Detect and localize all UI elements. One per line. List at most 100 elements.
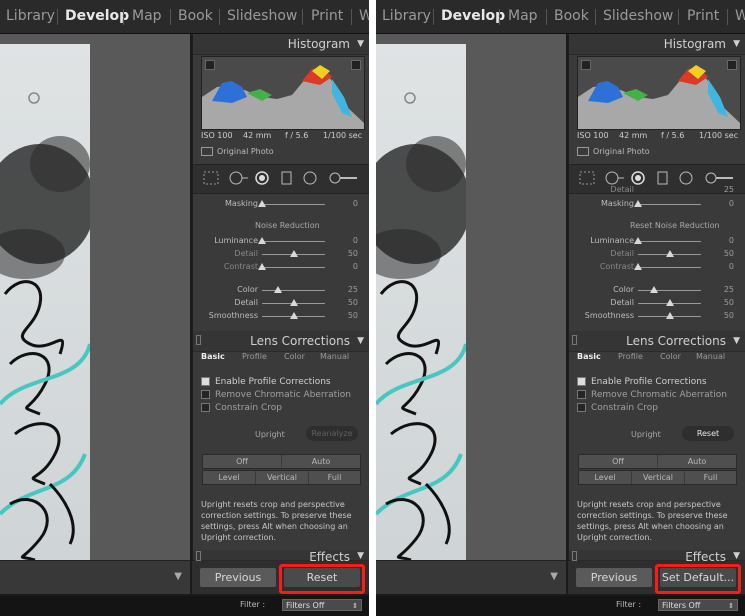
nav-library[interactable]: Library (6, 8, 55, 24)
radial-filter-icon[interactable] (679, 171, 695, 185)
shadow-clipping-icon[interactable] (205, 60, 215, 70)
collapse-triangle-icon[interactable]: ▼ (357, 336, 364, 346)
effects-header[interactable]: Effects ▼ (193, 550, 369, 564)
constrain-crop-checkbox[interactable]: Constrain Crop (577, 403, 658, 413)
previous-button[interactable]: Previous (200, 568, 276, 587)
slider-thumb[interactable] (289, 250, 298, 257)
spot-removal-icon[interactable] (605, 171, 625, 185)
nav-develop[interactable]: Develop (441, 8, 505, 24)
image-view[interactable] (0, 34, 190, 560)
upright-level-button[interactable]: Level (579, 471, 632, 484)
chevron-down-icon[interactable]: ▼ (174, 571, 182, 582)
slider-thumb[interactable] (649, 286, 658, 293)
slider-detail[interactable]: Detail 50 (569, 297, 745, 309)
slider-thumb[interactable] (665, 299, 674, 306)
nav-slideshow[interactable]: Slideshow (603, 8, 673, 24)
collapse-triangle-icon[interactable]: ▼ (357, 39, 364, 49)
radial-filter-icon[interactable] (303, 171, 319, 185)
upright-off-button[interactable]: Off (579, 455, 658, 468)
slider-luminance[interactable]: Luminance 0 (569, 235, 745, 247)
original-photo-toggle[interactable]: Original Photo (201, 147, 274, 156)
nav-web[interactable]: We (359, 8, 369, 24)
upright-auto-button[interactable]: Auto (282, 455, 360, 468)
upright-action-button[interactable]: Reanalyze (306, 426, 358, 441)
slider-contrast[interactable]: Contrast 0 (193, 261, 369, 273)
nav-web[interactable]: We (735, 8, 745, 24)
crop-grid-icon[interactable] (579, 171, 595, 185)
upright-vertical-button[interactable]: Vertical (256, 471, 309, 484)
slider-thumb[interactable] (289, 312, 298, 319)
masking-track[interactable] (262, 204, 325, 205)
red-eye-icon[interactable] (631, 171, 647, 185)
masking-track[interactable] (638, 204, 701, 205)
slider-track[interactable] (638, 267, 701, 268)
slider-contrast[interactable]: Contrast 0 (569, 261, 745, 273)
slider-thumb[interactable] (258, 237, 266, 244)
effects-header[interactable]: Effects ▼ (569, 550, 745, 564)
nav-map[interactable]: Map (508, 8, 538, 24)
nav-library[interactable]: Library (382, 8, 431, 24)
tab-color[interactable]: Color (284, 352, 305, 361)
slider-track[interactable] (262, 267, 325, 268)
slider-detail[interactable]: Detail 50 (569, 248, 745, 260)
upright-full-button[interactable]: Full (309, 471, 360, 484)
slider-thumb[interactable] (258, 263, 266, 270)
previous-button[interactable]: Previous (576, 568, 652, 587)
nav-print[interactable]: Print (311, 8, 343, 24)
highlight-clipping-icon[interactable] (351, 60, 361, 70)
collapse-triangle-icon[interactable]: ▼ (357, 551, 364, 561)
nav-develop[interactable]: Develop (65, 8, 129, 24)
remove-ca-checkbox[interactable]: Remove Chromatic Aberration (201, 390, 351, 400)
filter-select[interactable]: Filters Off ⇕ (282, 599, 362, 611)
adjustment-brush-icon[interactable] (705, 171, 735, 185)
graduated-filter-icon[interactable] (657, 171, 669, 185)
masking-thumb[interactable] (258, 200, 266, 207)
nav-print[interactable]: Print (687, 8, 719, 24)
upright-action-button[interactable]: Reset (682, 426, 734, 441)
nav-book[interactable]: Book (178, 8, 213, 24)
slider-color[interactable]: Color 25 (193, 284, 369, 296)
highlight-clipping-icon[interactable] (727, 60, 737, 70)
lens-corrections-header[interactable]: Lens Corrections ▼ (569, 331, 745, 352)
tab-color[interactable]: Color (660, 352, 681, 361)
enable-profile-checkbox[interactable]: Enable Profile Corrections (577, 377, 707, 387)
image-view[interactable] (376, 34, 566, 560)
filter-select[interactable]: Filters Off ⇕ (658, 599, 738, 611)
upright-auto-button[interactable]: Auto (658, 455, 736, 468)
masking-slider[interactable]: Masking 0 (193, 198, 369, 210)
remove-ca-checkbox[interactable]: Remove Chromatic Aberration (577, 390, 727, 400)
upright-full-button[interactable]: Full (685, 471, 736, 484)
original-photo-toggle[interactable]: Original Photo (577, 147, 650, 156)
nav-slideshow[interactable]: Slideshow (227, 8, 297, 24)
chevron-down-icon[interactable]: ▼ (550, 571, 558, 582)
masking-thumb[interactable] (634, 200, 642, 207)
tab-manual[interactable]: Manual (320, 352, 349, 361)
constrain-crop-checkbox[interactable]: Constrain Crop (201, 403, 282, 413)
tab-basic[interactable]: Basic (577, 352, 601, 361)
upright-level-button[interactable]: Level (203, 471, 256, 484)
histogram-header[interactable]: Histogram ▼ (193, 34, 369, 55)
tab-basic[interactable]: Basic (201, 352, 225, 361)
slider-smoothness[interactable]: Smoothness 50 (193, 310, 369, 322)
spot-removal-icon[interactable] (229, 171, 249, 185)
masking-slider[interactable]: Masking 0 (569, 198, 745, 210)
upright-vertical-button[interactable]: Vertical (632, 471, 685, 484)
slider-color[interactable]: Color 25 (569, 284, 745, 296)
tab-manual[interactable]: Manual (696, 352, 725, 361)
slider-track[interactable] (262, 290, 325, 291)
slider-thumb[interactable] (665, 250, 674, 257)
enable-profile-checkbox[interactable]: Enable Profile Corrections (201, 377, 331, 387)
slider-thumb[interactable] (273, 286, 282, 293)
collapse-triangle-icon[interactable]: ▼ (733, 336, 740, 346)
slider-thumb[interactable] (634, 263, 642, 270)
histogram-header[interactable]: Histogram ▼ (569, 34, 745, 55)
collapse-triangle-icon[interactable]: ▼ (733, 551, 740, 561)
tab-profile[interactable]: Profile (242, 352, 267, 361)
adjustment-brush-icon[interactable] (329, 171, 359, 185)
collapse-triangle-icon[interactable]: ▼ (733, 39, 740, 49)
crop-grid-icon[interactable] (203, 171, 219, 185)
slider-thumb[interactable] (634, 237, 642, 244)
shadow-clipping-icon[interactable] (581, 60, 591, 70)
slider-thumb[interactable] (289, 299, 298, 306)
upright-off-button[interactable]: Off (203, 455, 282, 468)
